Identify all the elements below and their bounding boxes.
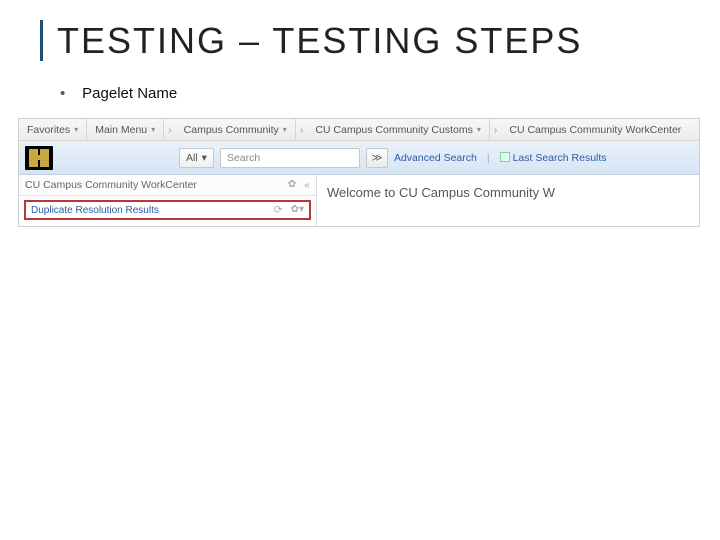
separator: | <box>483 152 494 164</box>
pagelet-title: CU Campus Community WorkCenter <box>25 179 197 191</box>
crumb-mainmenu[interactable]: Main Menu ▾ <box>87 119 164 140</box>
crumb-label: Main Menu <box>95 124 147 136</box>
caret-down-icon: ▾ <box>202 152 207 164</box>
gear-dropdown-icon[interactable]: ✿▾ <box>291 204 304 216</box>
caret-down-icon: ▾ <box>477 125 481 134</box>
crumb-label: Favorites <box>27 124 70 136</box>
search-placeholder: Search <box>227 152 260 164</box>
slide-title: TESTING – TESTING STEPS <box>57 20 720 61</box>
app-screenshot: Favorites ▾ Main Menu ▾ › Campus Communi… <box>18 118 700 227</box>
breadcrumb: Favorites ▾ Main Menu ▾ › Campus Communi… <box>19 119 699 141</box>
advanced-search-link[interactable]: Advanced Search <box>394 152 477 164</box>
cu-logo-icon <box>25 146 53 170</box>
caret-down-icon: ▾ <box>283 125 287 134</box>
title-block: TESTING – TESTING STEPS <box>40 20 720 61</box>
crumb-workcenter[interactable]: CU Campus Community WorkCenter <box>501 119 689 140</box>
pagelet-header: CU Campus Community WorkCenter ✿ « <box>19 175 316 196</box>
crumb-label: CU Campus Community WorkCenter <box>509 124 681 136</box>
crumb-favorites[interactable]: Favorites ▾ <box>19 119 87 140</box>
search-bar: All ▾ Search ≫ Advanced Search | Last Se… <box>19 141 699 175</box>
crumb-campus[interactable]: Campus Community ▾ <box>176 119 296 140</box>
pagelet-name-highlight[interactable]: Duplicate Resolution Results ⟳ ✿▾ <box>24 200 311 220</box>
crumb-label: CU Campus Community Customs <box>315 124 473 136</box>
bullet-item: • Pagelet Name <box>60 85 720 102</box>
caret-down-icon: ▾ <box>74 125 78 134</box>
gear-icon[interactable]: ✿ <box>288 179 296 191</box>
refresh-icon[interactable]: ⟳ <box>274 204 283 216</box>
bullet-dot: • <box>60 85 78 102</box>
search-go-button[interactable]: ≫ <box>366 148 388 168</box>
crumb-sep: › <box>490 119 502 140</box>
crumb-sep: › <box>164 119 176 140</box>
search-input[interactable]: Search <box>220 148 360 168</box>
caret-down-icon: ▾ <box>151 125 155 134</box>
left-panel: CU Campus Community WorkCenter ✿ « Dupli… <box>19 175 317 226</box>
right-panel: Welcome to CU Campus Community W <box>317 175 699 226</box>
last-results-link[interactable]: Last Search Results <box>500 152 607 164</box>
crumb-label: Campus Community <box>184 124 279 136</box>
welcome-text: Welcome to CU Campus Community W <box>327 185 699 200</box>
search-scope-dropdown[interactable]: All ▾ <box>179 148 214 168</box>
results-icon <box>500 152 510 162</box>
pagelet-link: Duplicate Resolution Results <box>31 205 159 216</box>
go-glyph: ≫ <box>371 152 382 164</box>
bullet-text: Pagelet Name <box>82 85 177 102</box>
crumb-sep: › <box>296 119 308 140</box>
crumb-customs[interactable]: CU Campus Community Customs ▾ <box>307 119 490 140</box>
scope-label: All <box>186 152 198 164</box>
collapse-icon[interactable]: « <box>304 179 310 191</box>
work-area: CU Campus Community WorkCenter ✿ « Dupli… <box>19 175 699 226</box>
